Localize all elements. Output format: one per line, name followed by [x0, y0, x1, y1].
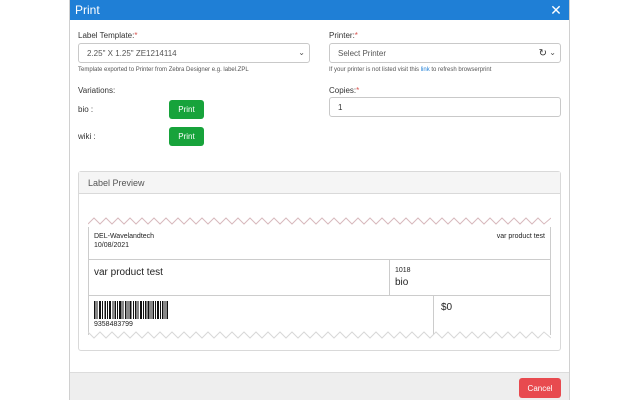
- label-date: 10/08/2021: [94, 242, 130, 249]
- template-label-text: Label Template:: [78, 31, 135, 40]
- product-title-right: var product test: [496, 233, 545, 240]
- divider: [389, 260, 390, 295]
- barcode: [94, 301, 168, 319]
- dialog-title: Print: [75, 3, 100, 17]
- store-name: DEL-Wavelandtech: [94, 233, 155, 240]
- label-preview-panel: Label Preview DEL-Wavelandtech 10/08/202…: [78, 171, 561, 351]
- label-top-edge: [88, 217, 551, 225]
- printer-select-value: Select Printer: [338, 48, 387, 58]
- copies-label: Copies:*: [329, 86, 359, 95]
- required-marker: *: [356, 86, 360, 95]
- printer-help: If your printer is not listed visit this…: [329, 67, 491, 73]
- label-preview-heading: Label Preview: [79, 172, 560, 194]
- copies-label-text: Copies:: [329, 86, 357, 95]
- printer-label: Printer:*: [329, 31, 358, 40]
- dialog-titlebar: Print ✕: [70, 0, 569, 20]
- label-product-row: var product test 1018 bio: [89, 260, 550, 296]
- close-icon[interactable]: ✕: [549, 3, 563, 17]
- chevron-down-icon: ⌄: [298, 48, 305, 57]
- print-wiki-button[interactable]: Print: [169, 127, 204, 146]
- refresh-icon[interactable]: ↻: [539, 48, 547, 59]
- label-bottom-edge: [88, 331, 551, 339]
- printer-select[interactable]: Select Printer ↻ ⌄: [329, 43, 561, 63]
- barcode-number: 9358483799: [94, 321, 133, 328]
- variations-label: Variations:: [78, 86, 116, 95]
- print-bio-button[interactable]: Print: [169, 100, 204, 119]
- required-marker: *: [134, 31, 138, 40]
- template-label: Label Template:*: [78, 31, 137, 40]
- template-select-value: 2.25" X 1.25" ZE1214114: [87, 48, 177, 58]
- variation-name: bio :: [78, 105, 94, 114]
- printer-help-suffix: to refresh browserprint: [429, 67, 492, 73]
- label-barcode-row: 9358483799 $0: [89, 296, 550, 335]
- variation-code: 1018: [395, 267, 411, 274]
- printer-help-prefix: If your printer is not listed visit this: [329, 67, 421, 73]
- divider: [433, 296, 434, 335]
- price: $0: [441, 302, 453, 313]
- template-select[interactable]: 2.25" X 1.25" ZE1214114 ⌄: [78, 43, 310, 63]
- cancel-button[interactable]: Cancel: [519, 378, 561, 398]
- product-name: var product test: [94, 267, 163, 278]
- label-header-row: DEL-Wavelandtech 10/08/2021 var product …: [89, 227, 550, 260]
- label-card: DEL-Wavelandtech 10/08/2021 var product …: [88, 227, 551, 335]
- printer-label-text: Printer:: [329, 31, 355, 40]
- variation-name: wiki :: [78, 132, 96, 141]
- refresh-browserprint-link[interactable]: link: [421, 67, 430, 73]
- copies-input[interactable]: 1: [329, 97, 561, 117]
- dialog-footer: Cancel: [70, 372, 569, 400]
- print-dialog: Print ✕ Label Template:* 2.25" X 1.25" Z…: [69, 0, 570, 400]
- variation-name-preview: bio: [395, 277, 409, 288]
- required-marker: *: [354, 31, 358, 40]
- template-help: Template exported to Printer from Zebra …: [78, 67, 249, 73]
- chevron-down-icon: ⌄: [549, 48, 556, 57]
